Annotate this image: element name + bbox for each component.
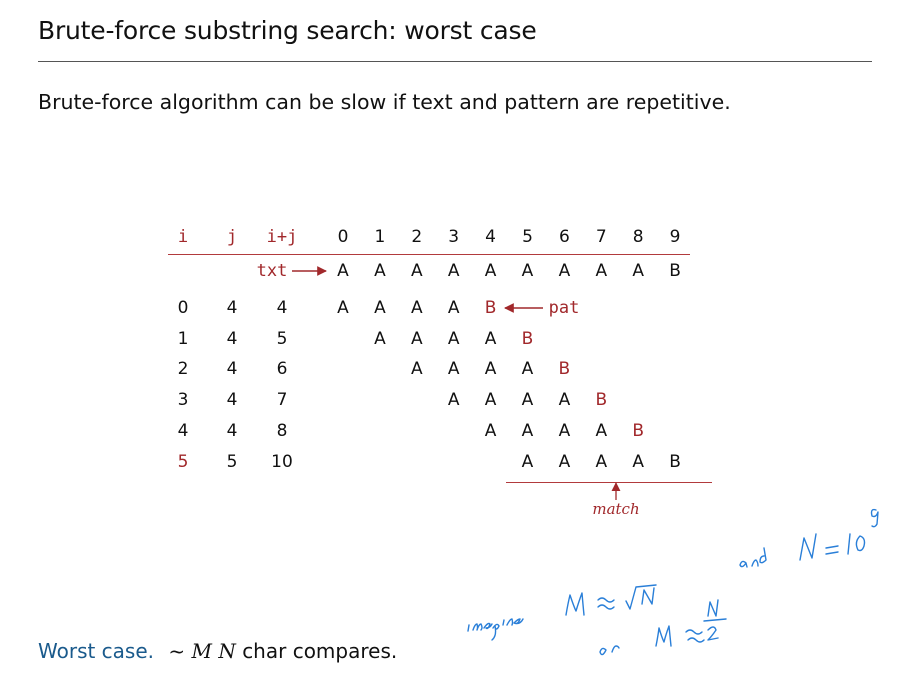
handwritten-annotation bbox=[467, 508, 879, 656]
arrows-and-handwriting bbox=[292, 266, 879, 656]
